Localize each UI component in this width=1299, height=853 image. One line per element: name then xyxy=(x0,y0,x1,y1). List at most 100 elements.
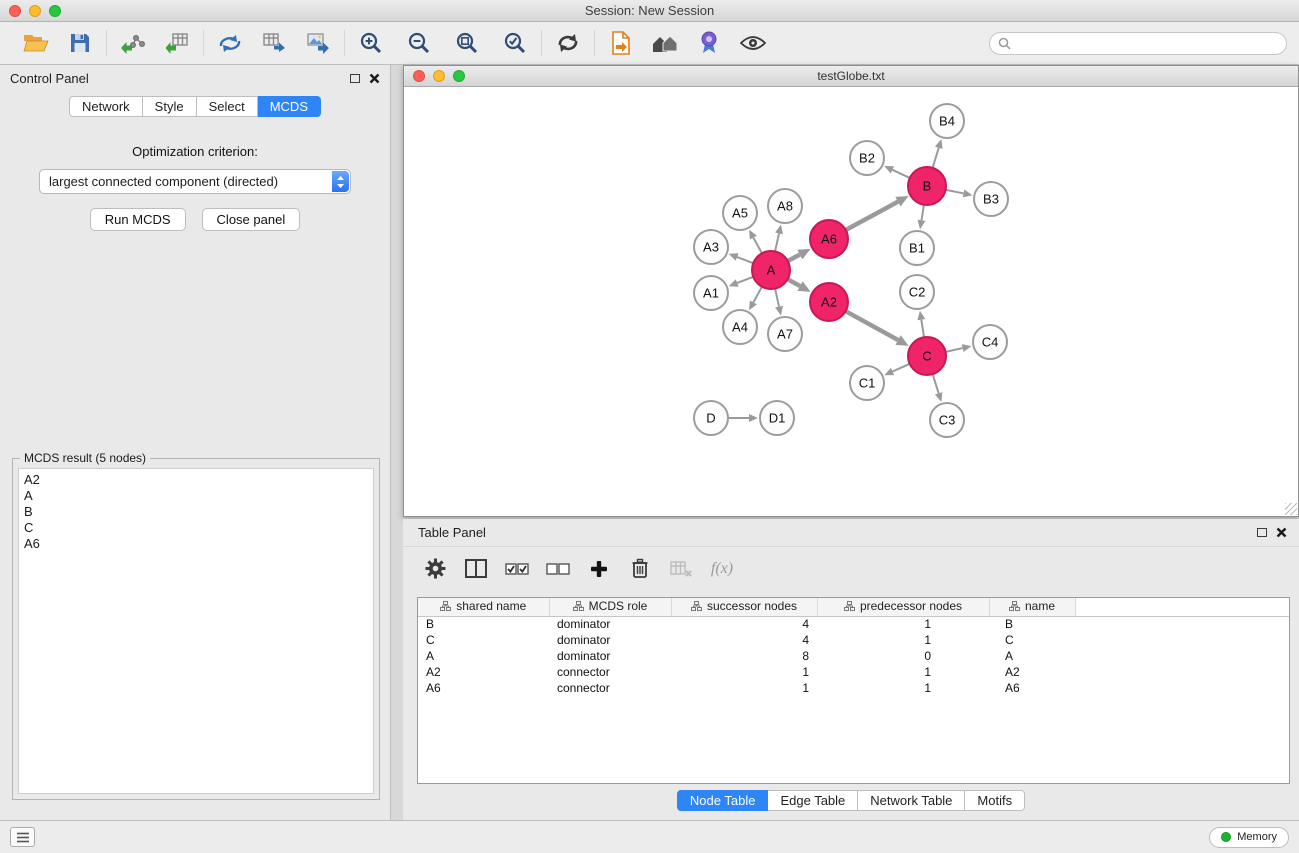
float-table-panel-icon[interactable] xyxy=(1257,528,1267,537)
table-tab-network-table[interactable]: Network Table xyxy=(858,790,965,811)
table-row[interactable]: A6connector11A6 xyxy=(418,680,1289,696)
graph-edge-B-B3[interactable] xyxy=(946,190,964,194)
memory-button[interactable]: Memory xyxy=(1209,827,1289,848)
result-item[interactable]: B xyxy=(24,504,368,520)
graph-edge-A-A5[interactable] xyxy=(753,238,762,254)
graph-edge-A2-C[interactable] xyxy=(846,311,898,340)
import-network-button[interactable] xyxy=(118,27,148,59)
export-image-button[interactable] xyxy=(303,27,333,59)
graph-node-label: C1 xyxy=(859,376,876,391)
graph-node-label: A4 xyxy=(732,320,748,335)
column-header-MCDS-role[interactable]: MCDS role xyxy=(549,598,671,616)
column-header-name[interactable]: name xyxy=(989,598,1075,616)
select-all-button[interactable] xyxy=(501,552,533,586)
table-tab-motifs[interactable]: Motifs xyxy=(965,790,1025,811)
graph-edge-C-C1[interactable] xyxy=(893,364,910,372)
tab-style[interactable]: Style xyxy=(143,96,197,117)
table-row[interactable]: Adominator80A xyxy=(418,648,1289,664)
deselect-all-button[interactable] xyxy=(542,552,574,586)
resize-grip-icon[interactable] xyxy=(1285,503,1297,515)
column-header-predecessor-nodes[interactable]: predecessor nodes xyxy=(817,598,989,616)
export-image-icon xyxy=(306,32,330,54)
column-header-shared-name[interactable]: shared name xyxy=(418,598,549,616)
table-tab-edge-table[interactable]: Edge Table xyxy=(768,790,858,811)
float-panel-icon[interactable] xyxy=(350,74,360,83)
result-item[interactable]: C xyxy=(24,520,368,536)
export-network-button[interactable] xyxy=(215,27,245,59)
graph-edge-C-C4[interactable] xyxy=(946,348,963,352)
style-button[interactable] xyxy=(694,27,724,59)
network-window-titlebar[interactable]: testGlobe.txt xyxy=(404,66,1298,87)
show-columns-button[interactable] xyxy=(460,552,492,586)
network-canvas[interactable]: B4B2BB3A8A5A6A3B1AC2A1A2A4A7C4CC1C3DD1 xyxy=(404,88,1298,516)
zoom-in-button[interactable] xyxy=(356,27,386,59)
graph-edge-C-C3[interactable] xyxy=(933,374,939,393)
close-panel-button[interactable]: Close panel xyxy=(202,208,301,231)
graph-edge-A-A4[interactable] xyxy=(753,287,762,303)
graph-edge-B-B2[interactable] xyxy=(892,170,909,178)
table-tab-node-table[interactable]: Node Table xyxy=(677,790,769,811)
result-item[interactable]: A xyxy=(24,488,368,504)
zoom-selected-button[interactable] xyxy=(500,27,530,59)
close-window-button[interactable] xyxy=(9,5,21,17)
table-settings-button[interactable] xyxy=(419,552,451,586)
new-network-button[interactable] xyxy=(606,27,636,59)
tab-select[interactable]: Select xyxy=(197,96,258,117)
graph-edge-A-A6[interactable] xyxy=(788,255,800,261)
mcds-result-list[interactable]: A2ABCA6 xyxy=(18,468,374,794)
graph-edge-A-A2[interactable] xyxy=(788,279,800,286)
edge-arrowhead-icon xyxy=(962,344,972,352)
graph-edge-A6-B[interactable] xyxy=(846,202,898,230)
table-row[interactable]: A2connector11A2 xyxy=(418,664,1289,680)
graph-edge-A-A7[interactable] xyxy=(775,289,779,307)
graph-edge-A-A3[interactable] xyxy=(737,257,753,263)
network-close-button[interactable] xyxy=(413,70,425,82)
minimize-window-button[interactable] xyxy=(29,5,41,17)
edge-arrowhead-icon xyxy=(918,220,926,230)
import-table-button[interactable] xyxy=(162,27,192,59)
graph-node-label: D1 xyxy=(769,411,786,426)
node-table-body: Bdominator41BCdominator41CAdominator80AA… xyxy=(418,616,1289,696)
tab-network[interactable]: Network xyxy=(69,96,143,117)
table-row[interactable]: Bdominator41B xyxy=(418,616,1289,632)
deselect-all-icon xyxy=(546,560,570,578)
network-minimize-button[interactable] xyxy=(433,70,445,82)
zoom-window-button[interactable] xyxy=(49,5,61,17)
save-session-button[interactable] xyxy=(65,27,95,59)
run-mcds-button[interactable]: Run MCDS xyxy=(90,208,186,231)
optimization-criterion-dropdown[interactable]: largest connected component (directed) xyxy=(39,169,351,194)
zoom-out-icon xyxy=(407,31,431,55)
edge-arrowhead-icon xyxy=(729,253,739,260)
show-hide-button[interactable] xyxy=(738,27,768,59)
graph-edge-C-C2[interactable] xyxy=(921,320,924,338)
graph-edge-B-B1[interactable] xyxy=(921,205,924,221)
column-edit-icon xyxy=(573,600,584,614)
zoom-fit-button[interactable] xyxy=(452,27,482,59)
network-zoom-button[interactable] xyxy=(453,70,465,82)
export-table-button[interactable] xyxy=(259,27,289,59)
graph-node-label: B3 xyxy=(983,192,999,207)
tab-mcds[interactable]: MCDS xyxy=(258,96,321,117)
save-icon xyxy=(70,33,90,53)
graph-edge-B-B4[interactable] xyxy=(933,148,939,168)
task-history-button[interactable] xyxy=(10,827,35,847)
zoom-out-button[interactable] xyxy=(404,27,434,59)
function-builder-button[interactable]: f(x) xyxy=(706,552,738,586)
graph-edge-A-A1[interactable] xyxy=(737,277,753,283)
add-column-button[interactable] xyxy=(583,552,615,586)
result-item[interactable]: A6 xyxy=(24,536,368,552)
delete-table-button[interactable] xyxy=(665,552,697,586)
close-panel-icon[interactable] xyxy=(369,73,380,84)
result-item[interactable]: A2 xyxy=(24,472,368,488)
close-table-panel-icon[interactable] xyxy=(1276,527,1287,538)
table-toolbar: f(x) xyxy=(403,546,1299,590)
search-input[interactable] xyxy=(989,32,1287,55)
delete-column-button[interactable] xyxy=(624,552,656,586)
column-header-successor-nodes[interactable]: successor nodes xyxy=(671,598,817,616)
table-row[interactable]: Cdominator41C xyxy=(418,632,1289,648)
graph-edge-A-A8[interactable] xyxy=(775,233,779,251)
open-session-button[interactable] xyxy=(21,27,51,59)
home-button[interactable] xyxy=(650,27,680,59)
refresh-button[interactable] xyxy=(553,27,583,59)
graph-node-label: A1 xyxy=(703,286,719,301)
